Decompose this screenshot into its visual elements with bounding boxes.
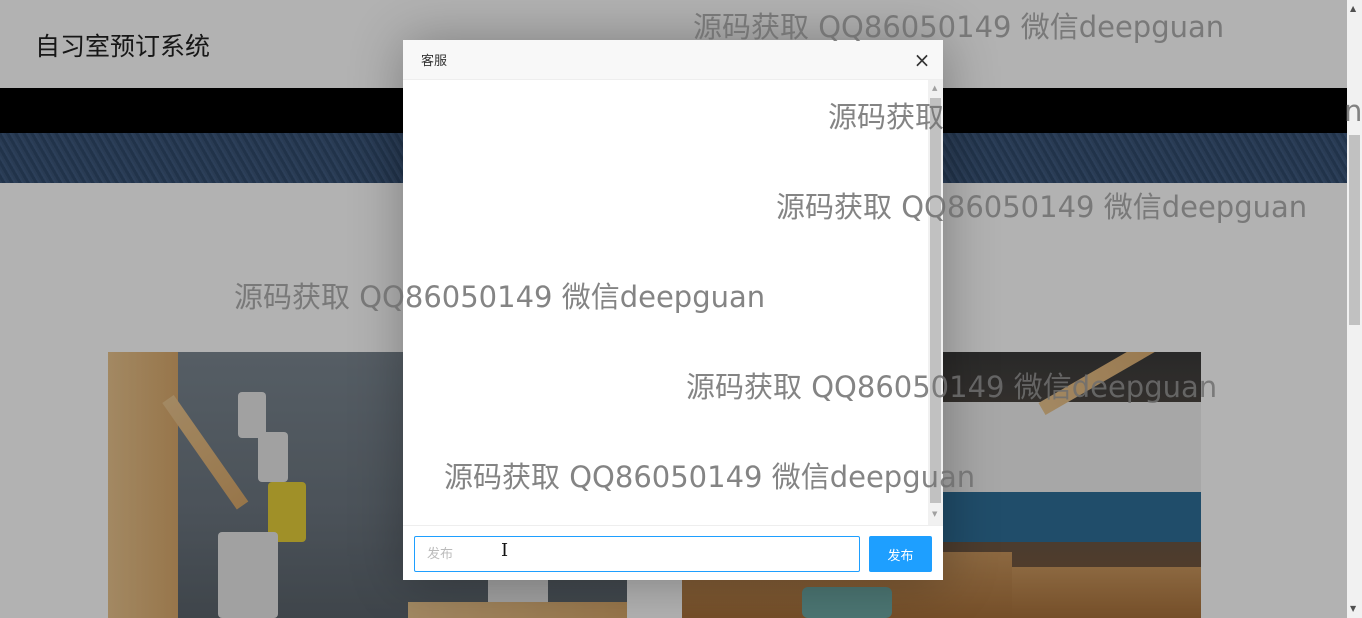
close-icon[interactable]: × bbox=[911, 49, 933, 71]
text-cursor-icon: I bbox=[501, 540, 509, 561]
scroll-up-icon[interactable]: ▲ bbox=[1350, 4, 1356, 13]
page-scrollbar[interactable]: ▲ ▼ bbox=[1347, 0, 1362, 618]
dialog-title: 客服 bbox=[421, 54, 448, 69]
message-input[interactable] bbox=[414, 536, 860, 572]
chat-scroll-up-icon[interactable]: ▲ bbox=[932, 84, 937, 92]
page-scrollbar-thumb[interactable] bbox=[1349, 135, 1360, 325]
chat-scrollbar[interactable]: ▲ ▼ bbox=[928, 80, 943, 525]
chat-scrollbar-thumb[interactable] bbox=[930, 98, 941, 503]
dialog-header: 客服 × bbox=[403, 40, 943, 80]
send-button[interactable]: 发布 bbox=[869, 536, 932, 572]
chat-scroll-down-icon[interactable]: ▼ bbox=[932, 510, 937, 518]
dialog-footer: 发布 bbox=[403, 525, 943, 580]
scroll-down-icon[interactable]: ▼ bbox=[1350, 604, 1356, 613]
customer-service-dialog: 客服 × ▲ ▼ 发布 bbox=[403, 40, 943, 580]
chat-messages[interactable] bbox=[403, 80, 943, 525]
